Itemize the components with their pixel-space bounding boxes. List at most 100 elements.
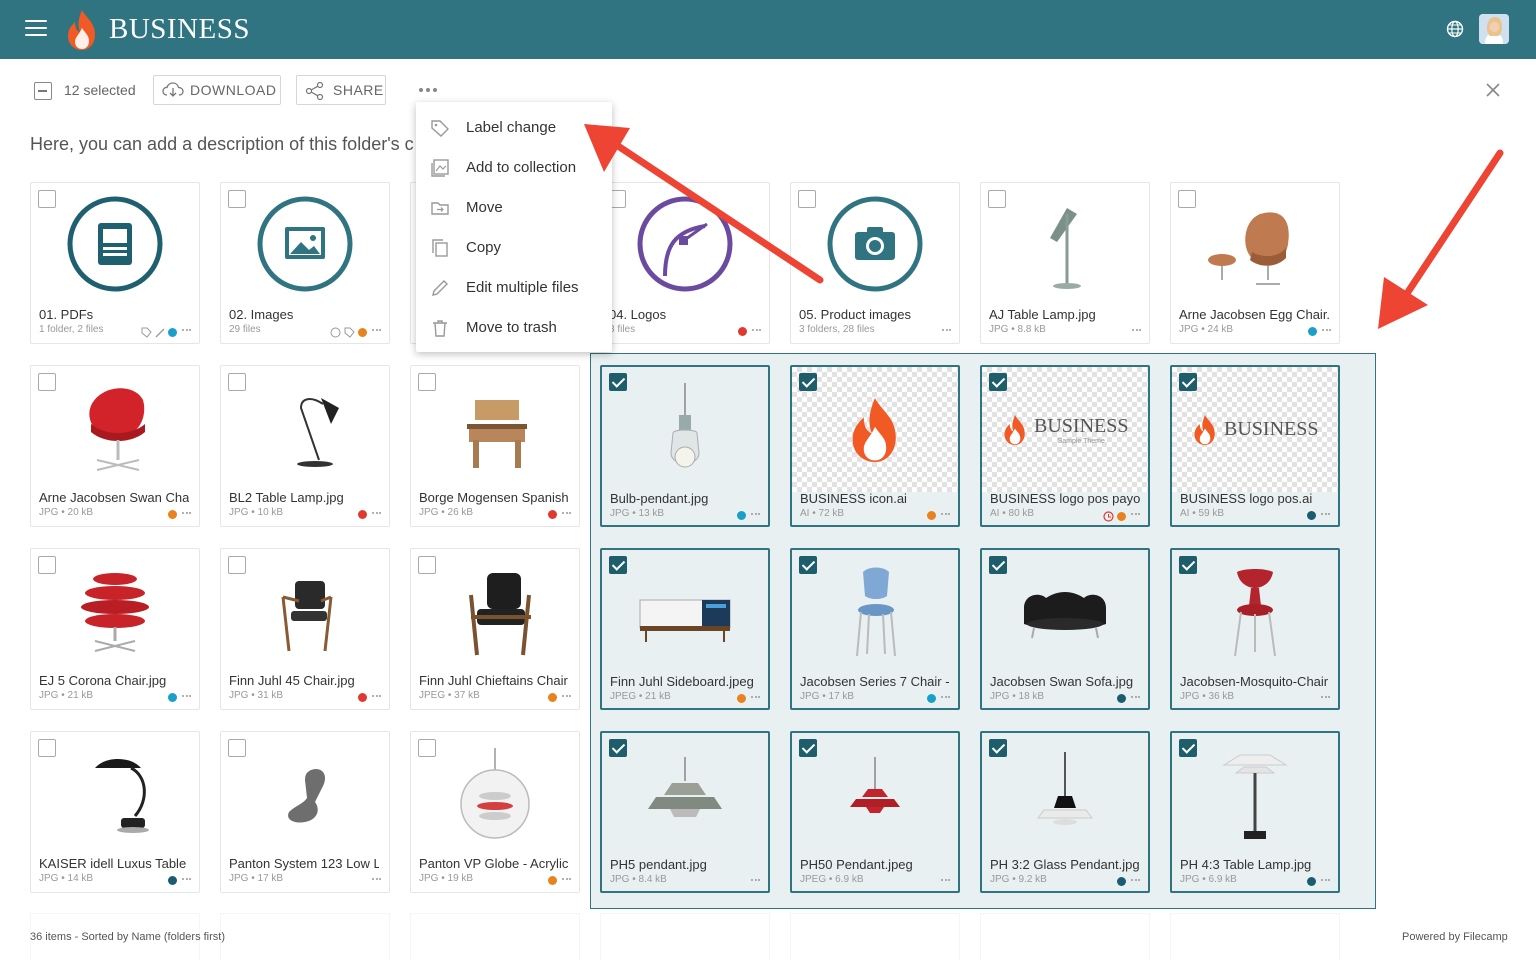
file-card[interactable]: BUSINESS Sample Theme BUSINESS logo pos … xyxy=(980,365,1150,527)
card-more-button[interactable] xyxy=(752,329,761,331)
file-card[interactable]: Arne Jacobsen Swan Chai JPG • 20 kB xyxy=(30,365,200,527)
card-checkbox[interactable] xyxy=(418,556,436,574)
card-more-button[interactable] xyxy=(562,878,571,880)
file-card[interactable]: PH50 Pendant.jpeg JPEG • 6.9 kB xyxy=(790,731,960,893)
card-name: PH50 Pendant.jpeg xyxy=(800,857,913,872)
menu-item-label-change[interactable]: Label change xyxy=(416,108,612,148)
folder-card[interactable]: 05. Product images 3 folders, 28 files xyxy=(790,182,960,344)
menu-item-copy[interactable]: Copy xyxy=(416,228,612,268)
card-more-button[interactable] xyxy=(1131,879,1140,881)
more-actions-button[interactable] xyxy=(419,88,437,92)
card-checkbox[interactable] xyxy=(1179,373,1197,391)
share-button[interactable]: SHARE xyxy=(296,75,386,105)
file-card[interactable]: AJ Table Lamp.jpg JPG • 8.8 kB xyxy=(980,182,1150,344)
menu-item-move[interactable]: Move xyxy=(416,188,612,228)
card-checkbox[interactable] xyxy=(1179,556,1197,574)
card-checkbox[interactable] xyxy=(609,739,627,757)
card-checkbox[interactable] xyxy=(228,556,246,574)
card-more-button[interactable] xyxy=(941,879,950,881)
card-more-button[interactable] xyxy=(562,512,571,514)
card-more-button[interactable] xyxy=(182,512,191,514)
card-more-button[interactable] xyxy=(751,879,760,881)
card-checkbox[interactable] xyxy=(38,739,56,757)
file-card[interactable]: Finn Juhl Chieftains Chair JPEG • 37 kB xyxy=(410,548,580,710)
file-card[interactable]: BUSINESS icon.ai AI • 72 kB xyxy=(790,365,960,527)
select-all-checkbox[interactable] xyxy=(34,82,52,100)
card-more-button[interactable] xyxy=(941,513,950,515)
file-card[interactable]: Panton VP Globe - Acrylic JPG • 19 kB xyxy=(410,731,580,893)
card-more-button[interactable] xyxy=(182,329,191,331)
download-button[interactable]: DOWNLOAD xyxy=(153,75,281,105)
card-more-button[interactable] xyxy=(942,329,951,331)
card-checkbox[interactable] xyxy=(1178,190,1196,208)
card-checkbox[interactable] xyxy=(989,556,1007,574)
card-checkbox[interactable] xyxy=(989,739,1007,757)
card-more-button[interactable] xyxy=(182,878,191,880)
card-more-button[interactable] xyxy=(1321,696,1330,698)
card-more-button[interactable] xyxy=(1132,329,1141,331)
globe-icon[interactable] xyxy=(1445,19,1465,39)
brand-name[interactable]: BUSINESS xyxy=(109,13,250,46)
card-more-button[interactable] xyxy=(1322,329,1331,331)
file-card[interactable]: EJ 5 Corona Chair.jpg JPG • 21 kB xyxy=(30,548,200,710)
card-more-button[interactable] xyxy=(182,695,191,697)
file-card[interactable]: Borge Mogensen Spanish JPG • 26 kB xyxy=(410,365,580,527)
card-checkbox[interactable] xyxy=(38,556,56,574)
card-more-button[interactable] xyxy=(372,878,381,880)
card-checkbox[interactable] xyxy=(228,739,246,757)
file-card[interactable]: Jacobsen-Mosquito-Chair JPG • 36 kB xyxy=(1170,548,1340,710)
file-card[interactable]: Panton System 123 Low L JPG • 17 kB xyxy=(220,731,390,893)
file-card[interactable]: BUSINESS BUSINESS logo pos.ai AI • 59 kB xyxy=(1170,365,1340,527)
card-more-button[interactable] xyxy=(372,512,381,514)
card-more-button[interactable] xyxy=(1321,513,1330,515)
card-more-button[interactable] xyxy=(1131,696,1140,698)
card-checkbox[interactable] xyxy=(989,373,1007,391)
card-more-button[interactable] xyxy=(562,695,571,697)
hamburger-icon[interactable] xyxy=(25,20,47,38)
file-card[interactable]: Arne Jacobsen Egg Chair. JPG • 24 kB xyxy=(1170,182,1340,344)
folder-card[interactable]: 02. Images 29 files xyxy=(220,182,390,344)
folder-card[interactable]: 01. PDFs 1 folder, 2 files xyxy=(30,182,200,344)
card-checkbox[interactable] xyxy=(798,190,816,208)
file-card[interactable]: Finn Juhl 45 Chair.jpg JPG • 31 kB xyxy=(220,548,390,710)
card-more-button[interactable] xyxy=(941,696,950,698)
file-card[interactable]: Jacobsen Swan Sofa.jpg JPG • 18 kB xyxy=(980,548,1150,710)
folder-description[interactable]: Here, you can add a description of this … xyxy=(30,134,420,155)
card-more-button[interactable] xyxy=(1321,879,1330,881)
card-checkbox[interactable] xyxy=(228,190,246,208)
close-icon[interactable] xyxy=(1484,81,1502,99)
card-checkbox[interactable] xyxy=(418,373,436,391)
file-card[interactable]: PH5 pendant.jpg JPG • 8.4 kB xyxy=(600,731,770,893)
card-more-button[interactable] xyxy=(1131,513,1140,515)
card-checkbox[interactable] xyxy=(799,373,817,391)
file-card[interactable]: Jacobsen Series 7 Chair - JPG • 17 kB xyxy=(790,548,960,710)
file-card[interactable]: KAISER idell Luxus Table L JPG • 14 kB xyxy=(30,731,200,893)
file-card[interactable]: BL2 Table Lamp.jpg JPG • 10 kB xyxy=(220,365,390,527)
menu-item-edit-multiple-files[interactable]: Edit multiple files xyxy=(416,268,612,308)
card-checkbox[interactable] xyxy=(609,556,627,574)
card-checkbox[interactable] xyxy=(1179,739,1197,757)
card-checkbox[interactable] xyxy=(988,190,1006,208)
card-checkbox[interactable] xyxy=(38,190,56,208)
menu-item-move-to-trash[interactable]: Move to trash xyxy=(416,308,612,348)
card-meta: JPG • 6.9 kB xyxy=(1180,874,1237,885)
menu-item-add-to-collection[interactable]: Add to collection xyxy=(416,148,612,188)
file-card[interactable]: PH 4:3 Table Lamp.jpg JPG • 6.9 kB xyxy=(1170,731,1340,893)
card-checkbox[interactable] xyxy=(38,373,56,391)
card-checkbox[interactable] xyxy=(609,373,627,391)
card-more-button[interactable] xyxy=(751,696,760,698)
file-card[interactable]: Bulb-pendant.jpg JPG • 13 kB xyxy=(600,365,770,527)
card-checkbox[interactable] xyxy=(228,373,246,391)
card-checkbox[interactable] xyxy=(799,739,817,757)
card-tags xyxy=(358,510,367,519)
folder-card[interactable]: 04. Logos 3 files xyxy=(600,182,770,344)
powered-by-link[interactable]: Powered by Filecamp xyxy=(1402,931,1508,943)
file-card[interactable]: PH 3:2 Glass Pendant.jpg JPG • 9.2 kB xyxy=(980,731,1150,893)
card-more-button[interactable] xyxy=(372,329,381,331)
card-more-button[interactable] xyxy=(751,513,760,515)
user-avatar[interactable] xyxy=(1479,14,1509,44)
card-checkbox[interactable] xyxy=(799,556,817,574)
card-more-button[interactable] xyxy=(372,695,381,697)
card-checkbox[interactable] xyxy=(418,739,436,757)
file-card[interactable]: Finn Juhl Sideboard.jpeg JPEG • 21 kB xyxy=(600,548,770,710)
